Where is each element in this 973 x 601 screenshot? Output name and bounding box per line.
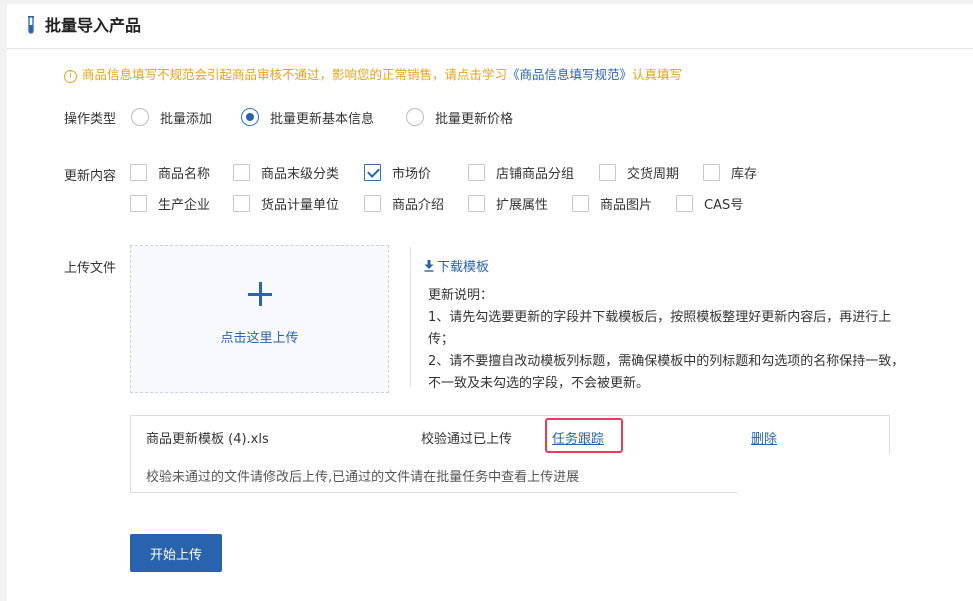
test-tube-icon [28, 16, 34, 34]
upload-dropzone[interactable]: 点击这里上传 [130, 245, 389, 393]
update-content-label: 更新内容 [64, 169, 117, 184]
start-upload-button[interactable]: 开始上传 [130, 534, 222, 572]
checkbox-label: 市场价 [392, 166, 432, 182]
file-name: 商品更新模板 (4).xls [146, 432, 269, 447]
upload-click-text[interactable]: 点击这里上传 [131, 327, 388, 346]
download-template-link[interactable]: 下载模板 [424, 256, 489, 275]
checkbox-label: 扩展属性 [496, 197, 549, 213]
radio-circle-selected[interactable] [241, 108, 259, 126]
notice-banner: i 商品信息填写不规范会引起商品审核不通过，影响您的正常销售，请点击学习《商品信息… [64, 66, 682, 84]
checkbox-box[interactable] [130, 194, 147, 212]
checkbox-label: 货品计量单位 [261, 197, 340, 213]
checkbox-unit[interactable]: 货品计量单位 [233, 193, 339, 213]
checkbox-label: 商品介绍 [392, 197, 445, 213]
radio-batch-update-info[interactable]: 批量更新基本信息 [241, 106, 374, 128]
download-icon [424, 259, 434, 272]
checkbox-shop-group[interactable]: 店铺商品分组 [468, 162, 574, 182]
checkbox-label: 店铺商品分组 [496, 166, 575, 182]
update-notes: 更新说明： 1、请先勾选要更新的字段并下载模板后，按照模板整理好更新内容后，再进… [428, 285, 908, 395]
checkbox-box[interactable] [468, 163, 485, 181]
plus-icon [248, 282, 272, 306]
checkbox-box[interactable] [233, 194, 250, 212]
checkbox-box[interactable] [468, 194, 485, 212]
page-header: 批量导入产品 [7, 4, 973, 49]
task-track-link[interactable]: 任务跟踪 [552, 428, 604, 447]
checkbox-label: CAS号 [704, 197, 744, 213]
checkbox-cas[interactable]: CAS号 [676, 193, 743, 213]
note-item: 2、请不要擅自改动模板列标题，需确保模板中的列标题和勾选项的名称保持一致，不一致… [428, 354, 905, 391]
download-label[interactable]: 下载模板 [437, 256, 489, 275]
radio-label: 批量更新价格 [435, 111, 514, 127]
file-hint: 校验未通过的文件请修改后上传,已通过的文件请在批量任务中查看上传进展 [146, 470, 580, 485]
checkbox-stock[interactable]: 库存 [703, 162, 757, 182]
checkbox-label: 生产企业 [158, 197, 211, 213]
checkbox-box[interactable] [676, 194, 693, 212]
file-status: 校验通过已上传 [421, 432, 513, 447]
checkbox-product-name[interactable]: 商品名称 [130, 162, 210, 182]
radio-batch-update-price[interactable]: 批量更新价格 [406, 106, 513, 128]
delete-link[interactable]: 删除 [751, 428, 777, 447]
checkbox-label: 商品名称 [158, 166, 211, 182]
info-icon: i [64, 70, 77, 83]
notes-title: 更新说明： [428, 288, 494, 303]
checkbox-delivery-cycle[interactable]: 交货周期 [599, 162, 679, 182]
note-item: 1、请先勾选要更新的字段并下载模板后，按照模板整理好更新内容后，再进行上传； [428, 310, 892, 347]
checkbox-manufacturer[interactable]: 生产企业 [130, 193, 210, 213]
checkbox-product-images[interactable]: 商品图片 [572, 193, 652, 213]
upload-label: 上传文件 [64, 261, 117, 276]
vertical-divider [410, 247, 411, 387]
spec-link[interactable]: 《商品信息填写规范》 [507, 67, 632, 82]
import-card: 批量导入产品 i 商品信息填写不规范会引起商品审核不通过，影响您的正常销售，请点击… [7, 4, 973, 601]
panel-border [131, 492, 737, 493]
checkbox-box[interactable] [364, 194, 381, 212]
notice-suffix: 认真填写 [632, 67, 683, 82]
notice-text: 商品信息填写不规范会引起商品审核不通过，影响您的正常销售，请点击学习 [82, 67, 508, 82]
checkbox-label: 商品图片 [600, 197, 653, 213]
checkbox-ext-attrs[interactable]: 扩展属性 [468, 193, 548, 213]
checkbox-label: 交货周期 [627, 166, 680, 182]
checkbox-box[interactable] [599, 163, 616, 181]
checkbox-box-checked[interactable] [364, 163, 381, 181]
checkbox-label: 商品末级分类 [261, 166, 340, 182]
operation-label: 操作类型 [64, 112, 117, 127]
radio-circle[interactable] [131, 108, 149, 126]
radio-label: 批量添加 [160, 111, 213, 127]
checkbox-label: 库存 [731, 166, 758, 182]
checkbox-box[interactable] [572, 194, 589, 212]
checkbox-box[interactable] [233, 163, 250, 181]
panel-border [889, 416, 890, 454]
uploaded-file-panel: 商品更新模板 (4).xls 校验通过已上传 任务跟踪 删除 校验未通过的文件请… [130, 415, 890, 493]
checkbox-box[interactable] [130, 163, 147, 181]
checkbox-last-category[interactable]: 商品末级分类 [233, 162, 339, 182]
checkbox-box[interactable] [703, 163, 720, 181]
radio-batch-add[interactable]: 批量添加 [131, 106, 212, 128]
checkbox-product-intro[interactable]: 商品介绍 [364, 193, 444, 213]
radio-circle[interactable] [406, 108, 424, 126]
radio-label: 批量更新基本信息 [270, 111, 375, 127]
page-title: 批量导入产品 [45, 16, 142, 35]
checkbox-market-price[interactable]: 市场价 [364, 162, 431, 182]
